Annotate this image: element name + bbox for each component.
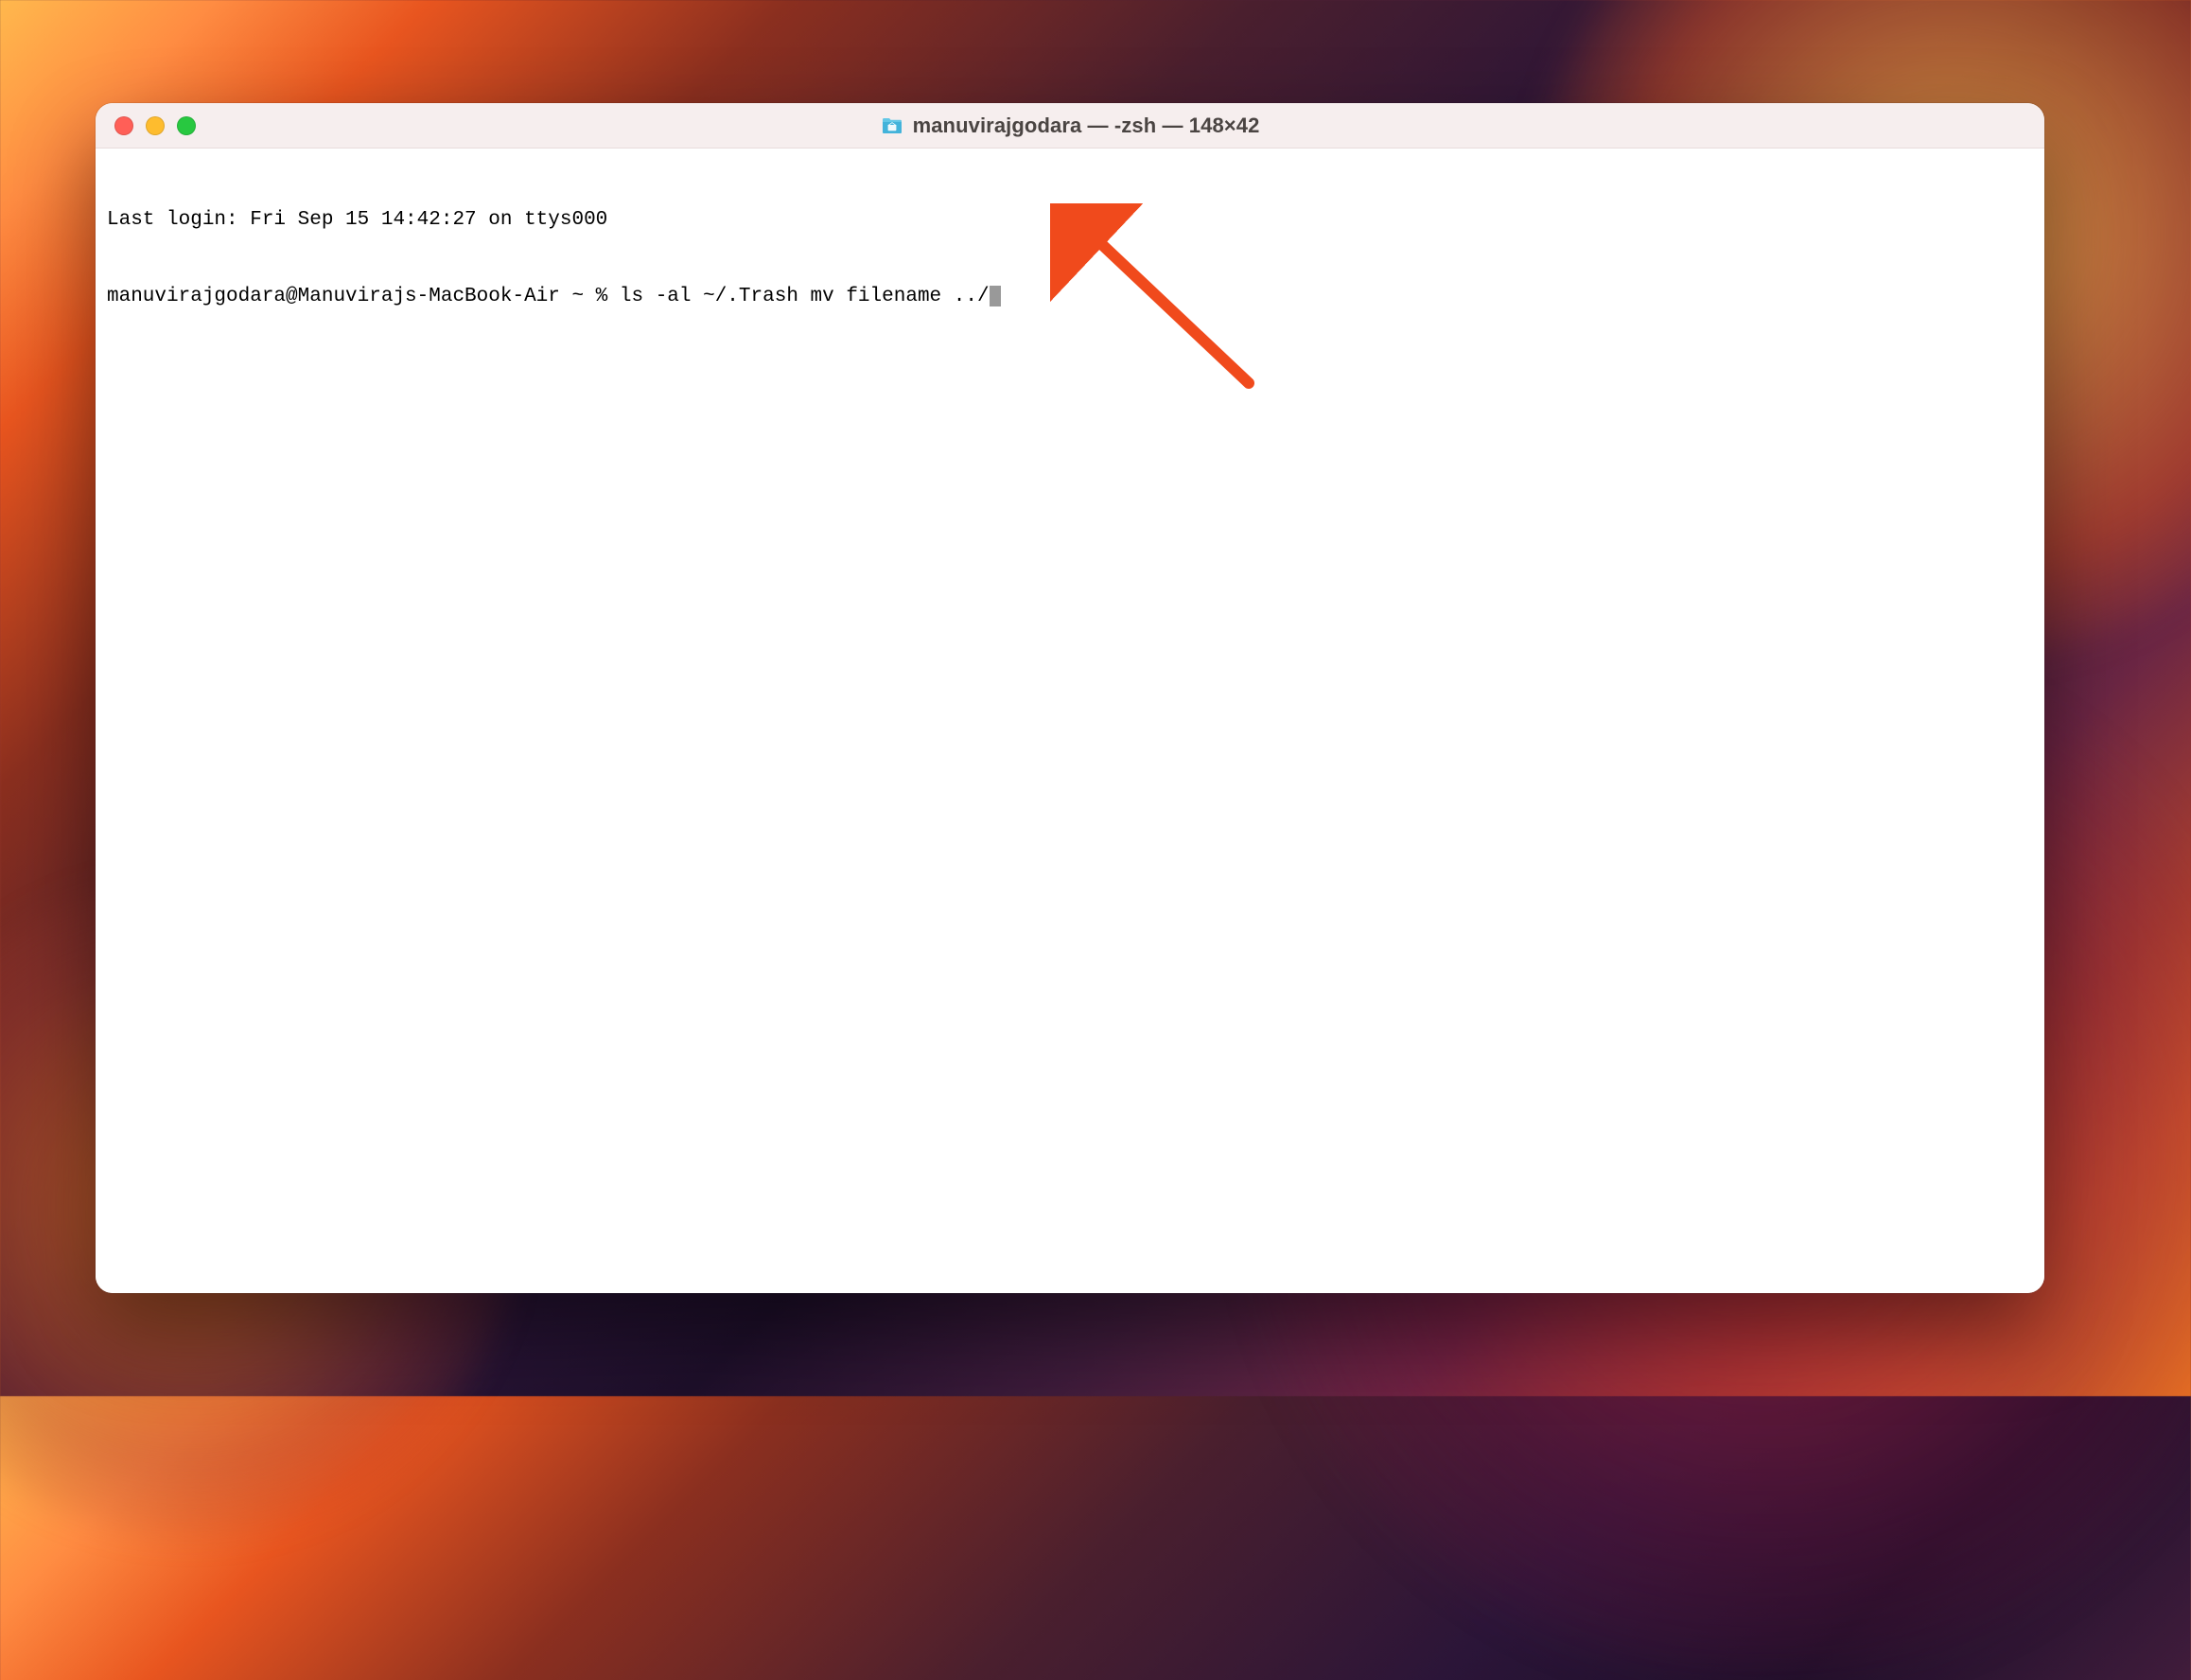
terminal-prompt-line: manuvirajgodara@Manuvirajs-MacBook-Air ~…	[107, 284, 2033, 309]
terminal-command-text: ls -al ~/.Trash mv filename ../	[620, 286, 990, 307]
window-maximize-button[interactable]	[177, 116, 196, 135]
window-titlebar[interactable]: manuvirajgodara — -zsh — 148×42	[96, 103, 2044, 149]
terminal-last-login-line: Last login: Fri Sep 15 14:42:27 on ttys0…	[107, 207, 2033, 233]
home-folder-icon	[881, 116, 903, 135]
window-title-group: manuvirajgodara — -zsh — 148×42	[96, 114, 2044, 138]
terminal-cursor	[990, 286, 1002, 306]
window-title: manuvirajgodara — -zsh — 148×42	[913, 114, 1260, 138]
terminal-viewport[interactable]: Last login: Fri Sep 15 14:42:27 on ttys0…	[96, 149, 2044, 1293]
traffic-lights	[96, 116, 196, 135]
window-close-button[interactable]	[114, 116, 133, 135]
window-minimize-button[interactable]	[146, 116, 165, 135]
terminal-window: manuvirajgodara — -zsh — 148×42 Last log…	[96, 103, 2044, 1293]
terminal-prompt: manuvirajgodara@Manuvirajs-MacBook-Air ~…	[107, 286, 620, 307]
